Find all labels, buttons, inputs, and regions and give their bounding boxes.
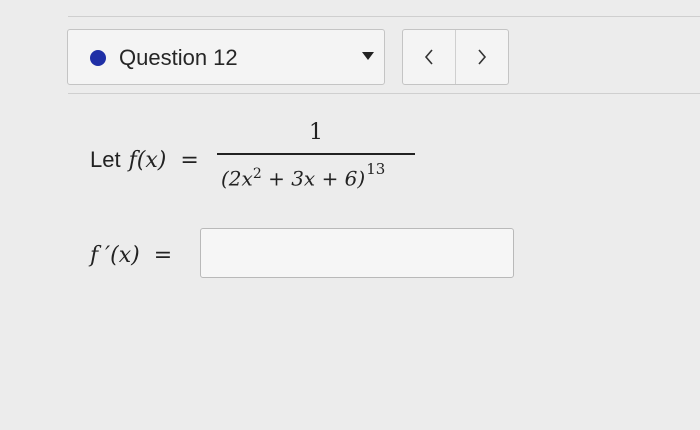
function-lhs: f(x)	[128, 147, 167, 173]
top-divider	[68, 16, 700, 17]
outer-exponent: 13	[366, 159, 386, 178]
fraction-numerator: 1	[309, 120, 323, 145]
intro-word: Let	[90, 147, 121, 172]
previous-question-button[interactable]	[403, 30, 455, 84]
fraction-bar	[217, 153, 415, 155]
chevron-right-icon	[478, 49, 487, 65]
derivative-prompt: f ′(x) =	[90, 235, 184, 275]
chevron-down-icon	[362, 52, 374, 60]
chevron-left-icon	[424, 49, 433, 65]
denominator-rest: + 3x + 6)	[261, 166, 366, 191]
derivative-lhs: f ′(x)	[90, 242, 140, 268]
inner-exponent: 2	[252, 166, 262, 182]
header-divider	[68, 93, 700, 94]
question-navigation	[402, 29, 509, 85]
derivative-answer-input[interactable]	[200, 228, 514, 278]
question-selector-dropdown[interactable]: Question 12	[67, 29, 385, 85]
derivative-equals-sign: =	[153, 242, 173, 268]
next-question-button[interactable]	[455, 30, 508, 84]
fraction-denominator: (2x2 + 3x + 6)13	[221, 160, 385, 191]
question-label: Question 12	[119, 45, 238, 70]
denominator-base: (2x	[221, 166, 253, 191]
question-status-dot-icon	[90, 50, 106, 66]
equals-sign: =	[180, 147, 199, 173]
function-definition: Let f(x) =	[90, 140, 211, 180]
function-fraction: 1 (2x2 + 3x + 6)13	[217, 120, 415, 200]
